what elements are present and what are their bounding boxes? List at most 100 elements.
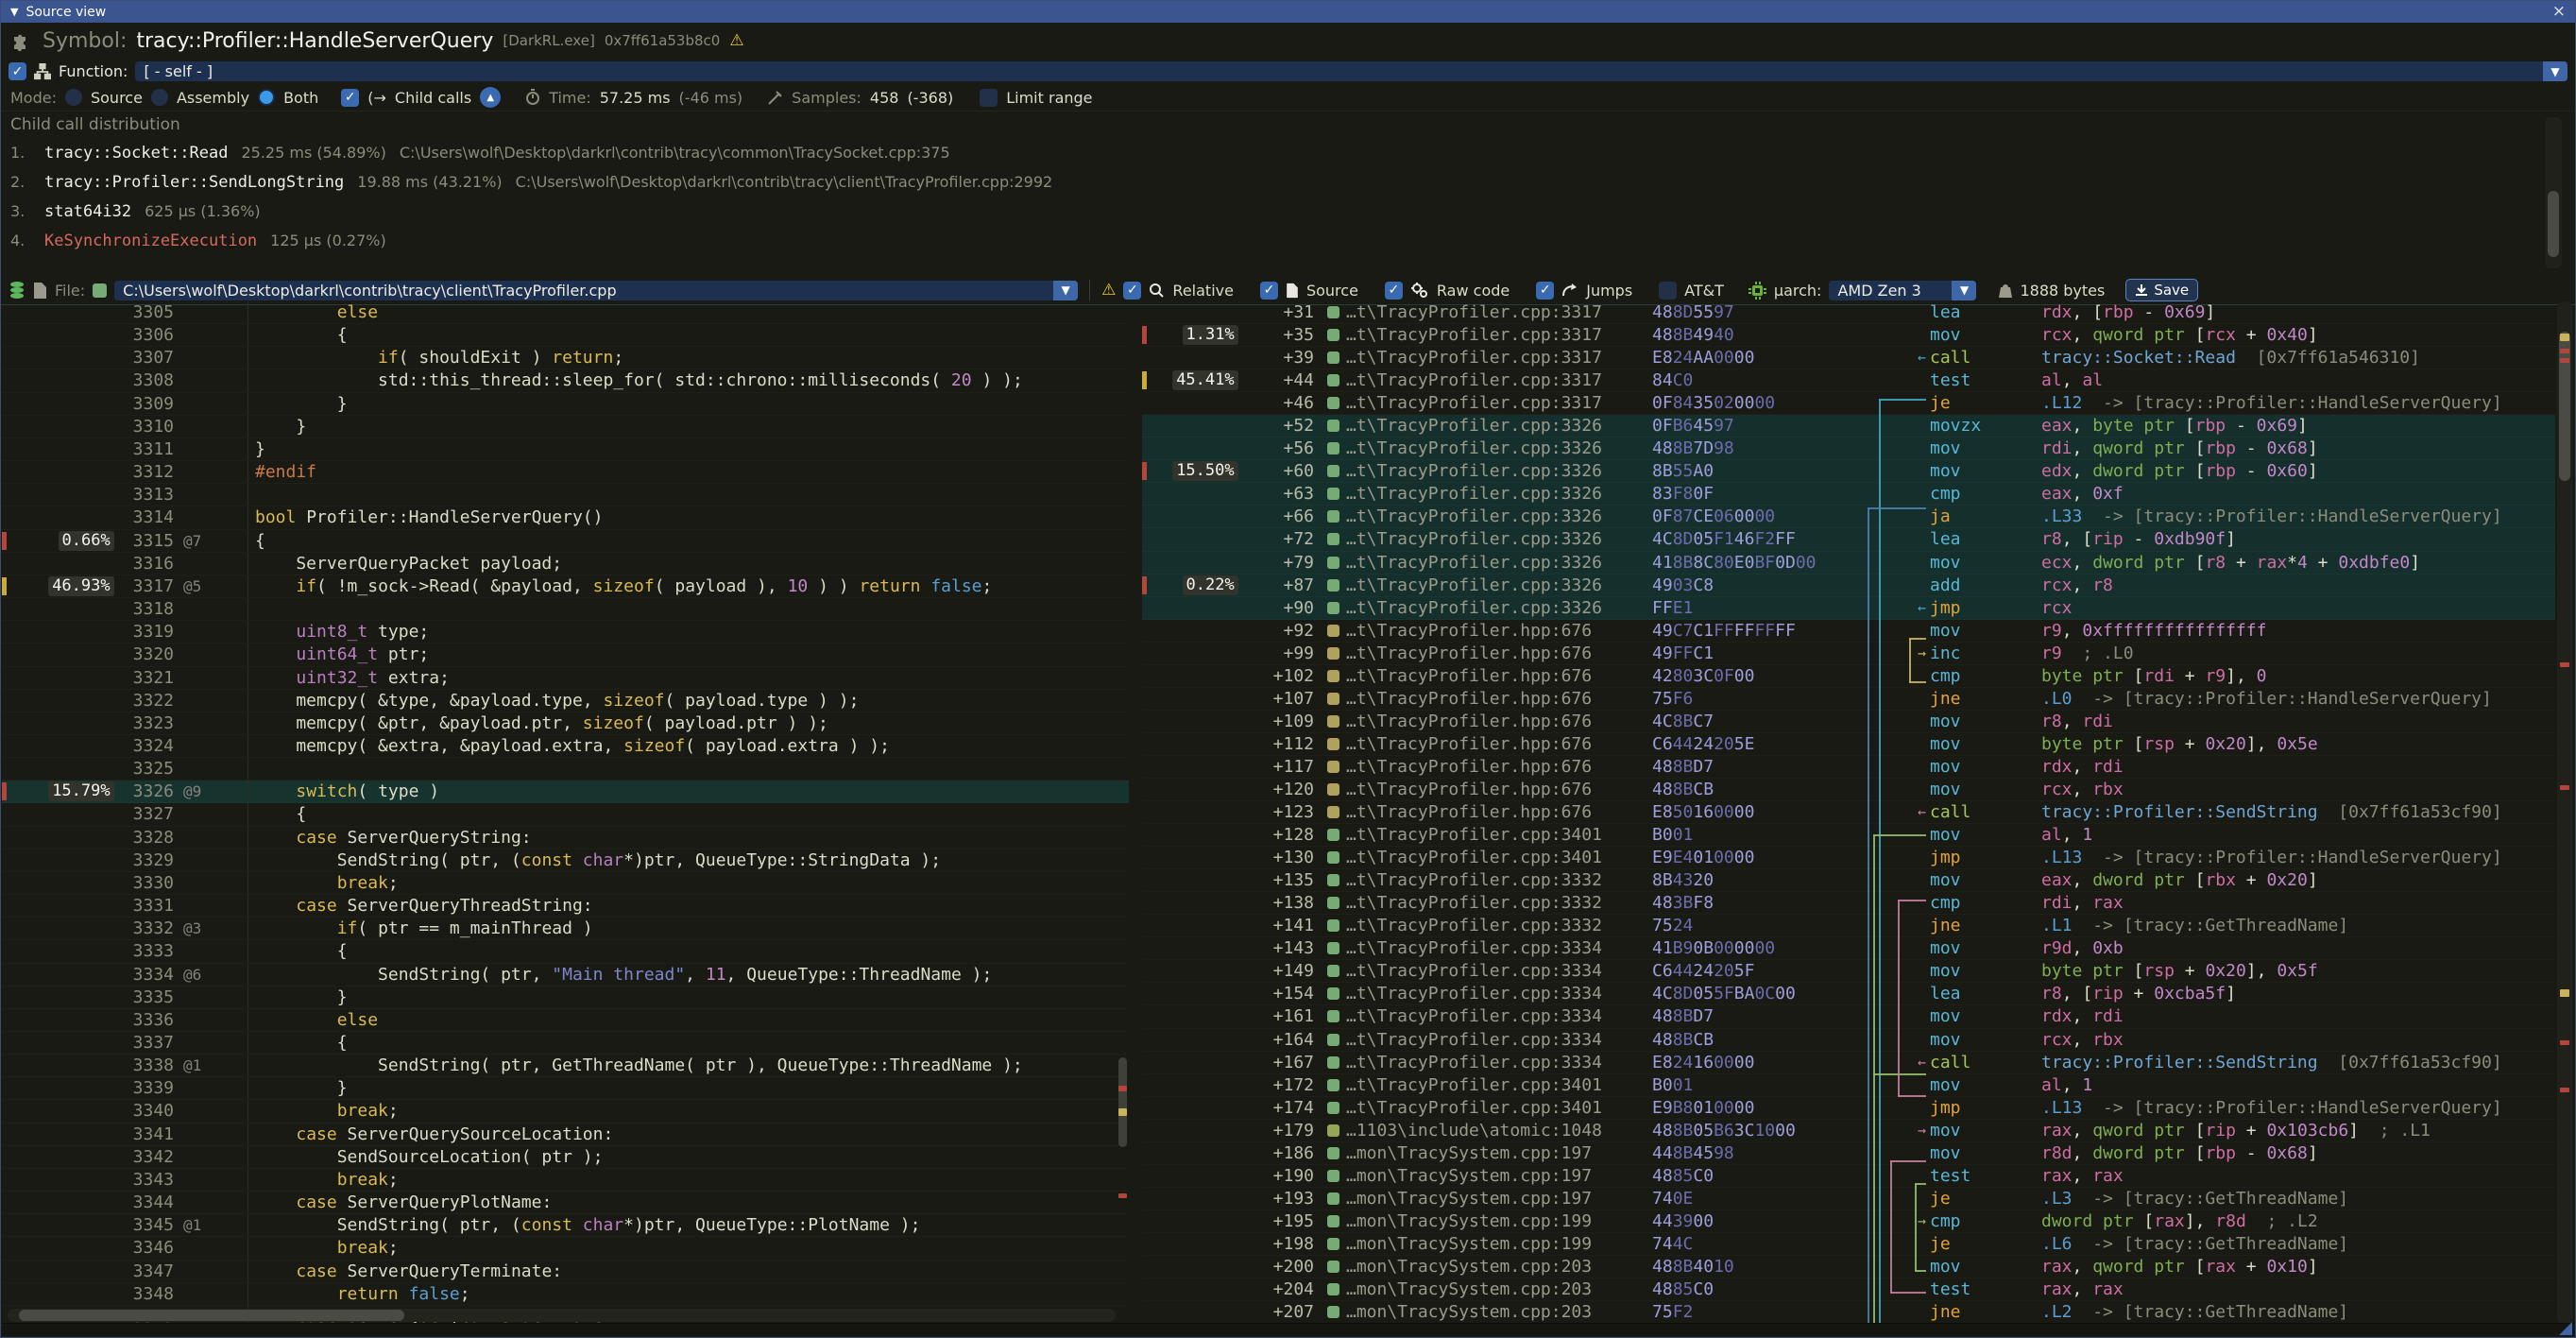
radio-source[interactable] <box>65 89 82 106</box>
source-line[interactable]: 3337 { <box>2 1032 1129 1055</box>
source-line[interactable]: 0.66%3315@7{ <box>2 530 1129 553</box>
source-line[interactable]: 3347 case ServerQueryTerminate: <box>2 1261 1129 1283</box>
source-line[interactable]: 3313 <box>2 484 1129 506</box>
save-button[interactable]: Save <box>2125 279 2198 301</box>
source-line[interactable]: 3323 memcpy( &ptr, &payload.ptr, sizeof(… <box>2 712 1129 735</box>
function-checkbox[interactable]: ✓ <box>9 62 26 80</box>
source-line[interactable]: 3305 else <box>2 301 1129 324</box>
child-calls-checkbox[interactable]: ✓ <box>341 89 359 107</box>
asm-row[interactable]: +112…t\TracyProfiler.hpp:676C64424205Emo… <box>1142 733 2555 756</box>
source-line[interactable]: 3320 uint64_t ptr; <box>2 643 1129 666</box>
source-line[interactable]: 3343 break; <box>2 1169 1129 1192</box>
source-line[interactable]: 3325 <box>2 758 1129 780</box>
asm-row[interactable]: +66…t\TracyProfiler.cpp:33260F87CE060000… <box>1142 506 2555 528</box>
asm-row[interactable]: +138…t\TracyProfiler.cpp:3332483BF8cmprd… <box>1142 892 2555 915</box>
source-line[interactable]: 3327 { <box>2 803 1129 826</box>
asm-row[interactable]: +198…mon\TracySystem.cpp:199744Cje.L6 ->… <box>1142 1233 2555 1256</box>
asm-row[interactable]: +102…t\TracyProfiler.hpp:67642803C0F00cm… <box>1142 665 2555 688</box>
source-line[interactable]: 3306 { <box>2 324 1129 347</box>
source-line[interactable]: 3314bool Profiler::HandleServerQuery() <box>2 506 1129 529</box>
child-call-item[interactable]: 3.stat64i32625 μs (1.36%) <box>10 197 2575 226</box>
asm-row[interactable]: +154…t\TracyProfiler.cpp:33344C8D055FBA0… <box>1142 983 2555 1005</box>
radio-assembly[interactable] <box>151 89 168 106</box>
source-line[interactable]: 3308 std::this_thread::sleep_for( std::c… <box>2 369 1129 392</box>
asm-row[interactable]: +99…t\TracyProfiler.hpp:67649FFC1→incr9 … <box>1142 643 2555 665</box>
source-line[interactable]: 3342 SendSourceLocation( ptr ); <box>2 1146 1129 1169</box>
asm-row[interactable]: 15.50%+60…t\TracyProfiler.cpp:33268B55A0… <box>1142 460 2555 483</box>
source-line[interactable]: 3331 case ServerQueryThreadString: <box>2 895 1129 918</box>
att-checkbox[interactable] <box>1659 282 1677 300</box>
source-line[interactable]: 3338@1 SendString( ptr, GetThreadName( p… <box>2 1055 1129 1077</box>
uarch-dropdown[interactable]: AMD Zen 3 ▼ <box>1829 281 1976 300</box>
source-line[interactable]: 3348 return false; <box>2 1283 1129 1306</box>
asm-row[interactable]: +39…t\TracyProfiler.cpp:3317E824AA0000←c… <box>1142 347 2555 369</box>
source-line[interactable]: 15.79%3326@9 switch( type ) <box>2 780 1129 803</box>
source-line[interactable]: 3333 { <box>2 940 1129 963</box>
close-icon[interactable]: × <box>2552 4 2566 20</box>
source-line[interactable]: 3344 case ServerQueryPlotName: <box>2 1192 1129 1214</box>
source-line[interactable]: 3339 } <box>2 1077 1129 1100</box>
child-call-item[interactable]: 1.tracy::Socket::Read25.25 ms (54.89%)C:… <box>10 138 2575 167</box>
source-line[interactable]: 3329 SendString( ptr, (const char*)ptr, … <box>2 849 1129 872</box>
asm-row[interactable]: +46…t\TracyProfiler.cpp:33170F8435020000… <box>1142 392 2555 415</box>
source-line[interactable]: 3341 case ServerQuerySourceLocation: <box>2 1124 1129 1146</box>
asm-row[interactable]: +149…t\TracyProfiler.cpp:3334C64424205Fm… <box>1142 960 2555 983</box>
source-line[interactable]: 3324 memcpy( &extra, &payload.extra, siz… <box>2 735 1129 758</box>
child-call-item[interactable]: 2.tracy::Profiler::SendLongString19.88 m… <box>10 167 2575 197</box>
asm-row[interactable]: +90…t\TracyProfiler.cpp:3326FFE1←jmprcx <box>1142 597 2555 620</box>
asm-row[interactable]: +161…t\TracyProfiler.cpp:3334488BD7movrd… <box>1142 1005 2555 1028</box>
assembly-vertical-scrollbar[interactable] <box>2557 301 2572 1324</box>
asm-row[interactable]: +172…t\TracyProfiler.cpp:3401B001moval, … <box>1142 1074 2555 1097</box>
asm-row[interactable]: +186…mon\TracySystem.cpp:197448B4598movr… <box>1142 1142 2555 1165</box>
asm-row[interactable]: +109…t\TracyProfiler.hpp:6764C8BC7movr8,… <box>1142 711 2555 733</box>
asm-row[interactable]: 0.22%+87…t\TracyProfiler.cpp:33264903C8a… <box>1142 575 2555 597</box>
file-dropdown[interactable]: C:\Users\wolf\Desktop\darkrl\contrib\tra… <box>114 281 1078 300</box>
source-line[interactable]: 3335 } <box>2 986 1129 1009</box>
assembly-pane[interactable]: +31…t\TracyProfiler.cpp:3317488D5597lear… <box>1142 301 2574 1324</box>
asm-row[interactable]: +190…mon\TracySystem.cpp:1974885C0testra… <box>1142 1165 2555 1188</box>
asm-row[interactable]: +117…t\TracyProfiler.hpp:676488BD7movrdx… <box>1142 756 2555 779</box>
limit-range-checkbox[interactable] <box>980 89 998 107</box>
child-call-item[interactable]: 4.KeSynchronizeExecution125 μs (0.27%) <box>10 226 2575 255</box>
source-vertical-scrollbar[interactable] <box>1117 301 1129 1307</box>
asm-row[interactable]: 45.41%+44…t\TracyProfiler.cpp:331784C0te… <box>1142 369 2555 392</box>
source-line[interactable]: 3309 } <box>2 393 1129 416</box>
asm-row[interactable]: +135…t\TracyProfiler.cpp:33328B4320movea… <box>1142 869 2555 892</box>
asm-row[interactable]: +167…t\TracyProfiler.cpp:3334E824160000←… <box>1142 1052 2555 1074</box>
source-line[interactable]: 3332@3 if( ptr == m_mainThread ) <box>2 918 1129 940</box>
title-bar[interactable]: ▼ Source view × <box>1 1 2575 23</box>
asm-row[interactable]: +128…t\TracyProfiler.cpp:3401B001moval, … <box>1142 824 2555 847</box>
source-line[interactable]: 3334@6 SendString( ptr, "Main thread", 1… <box>2 964 1129 986</box>
source-line[interactable]: 3310 } <box>2 416 1129 438</box>
asm-row[interactable]: +195…mon\TracySystem.cpp:199443900→cmpdw… <box>1142 1210 2555 1233</box>
asm-row[interactable]: +200…mon\TracySystem.cpp:203488B4010movr… <box>1142 1256 2555 1278</box>
asm-row[interactable]: +79…t\TracyProfiler.cpp:3326418B8C80E0BF… <box>1142 552 2555 575</box>
source-line[interactable]: 3307 if( shouldExit ) return; <box>2 347 1129 369</box>
asm-row[interactable]: +141…t\TracyProfiler.cpp:33327524jne.L1 … <box>1142 915 2555 937</box>
asm-row[interactable]: 1.31%+35…t\TracyProfiler.cpp:3317488B494… <box>1142 324 2555 347</box>
source-line[interactable]: 3319 uint8_t type; <box>2 621 1129 643</box>
relative-checkbox[interactable]: ✓ <box>1123 282 1141 300</box>
source-line[interactable]: 3345@1 SendString( ptr, (const char*)ptr… <box>2 1214 1129 1237</box>
collapse-icon[interactable]: ▼ <box>10 6 18 18</box>
chevron-down-icon[interactable]: ▼ <box>1053 281 1078 300</box>
asm-row[interactable]: +52…t\TracyProfiler.cpp:33260FB64597movz… <box>1142 415 2555 437</box>
source-line[interactable]: 3312#endif <box>2 461 1129 484</box>
asm-row[interactable]: +164…t\TracyProfiler.cpp:3334488BCBmovrc… <box>1142 1029 2555 1052</box>
child-call-scrollbar[interactable] <box>2545 117 2562 268</box>
asm-row[interactable]: +143…t\TracyProfiler.cpp:333441B90B00000… <box>1142 937 2555 960</box>
source-line[interactable]: 3321 uint32_t extra; <box>2 667 1129 690</box>
asm-row[interactable]: +179…1103\include\atomic:1048488B05B63C1… <box>1142 1120 2555 1142</box>
asm-row[interactable]: +92…t\TracyProfiler.hpp:67649C7C1FFFFFFF… <box>1142 620 2555 643</box>
source-checkbox[interactable]: ✓ <box>1260 282 1278 300</box>
asm-row[interactable]: +130…t\TracyProfiler.cpp:3401E9E4010000j… <box>1142 847 2555 869</box>
source-line[interactable]: 3346 break; <box>2 1237 1129 1260</box>
source-pane[interactable]: 3305 else3306 {3307 if( shouldExit ) ret… <box>2 301 1129 1324</box>
chevron-down-icon[interactable]: ▼ <box>1952 281 1976 300</box>
source-line[interactable]: 46.93%3317@5 if( !m_sock->Read( &payload… <box>2 575 1129 598</box>
resize-grip[interactable] <box>2559 1322 2572 1335</box>
jumps-checkbox[interactable]: ✓ <box>1536 282 1554 300</box>
asm-row[interactable]: +120…t\TracyProfiler.hpp:676488BCBmovrcx… <box>1142 779 2555 801</box>
asm-row[interactable]: +56…t\TracyProfiler.cpp:3326488B7D98movr… <box>1142 437 2555 460</box>
asm-row[interactable]: +174…t\TracyProfiler.cpp:3401E9B8010000j… <box>1142 1097 2555 1120</box>
